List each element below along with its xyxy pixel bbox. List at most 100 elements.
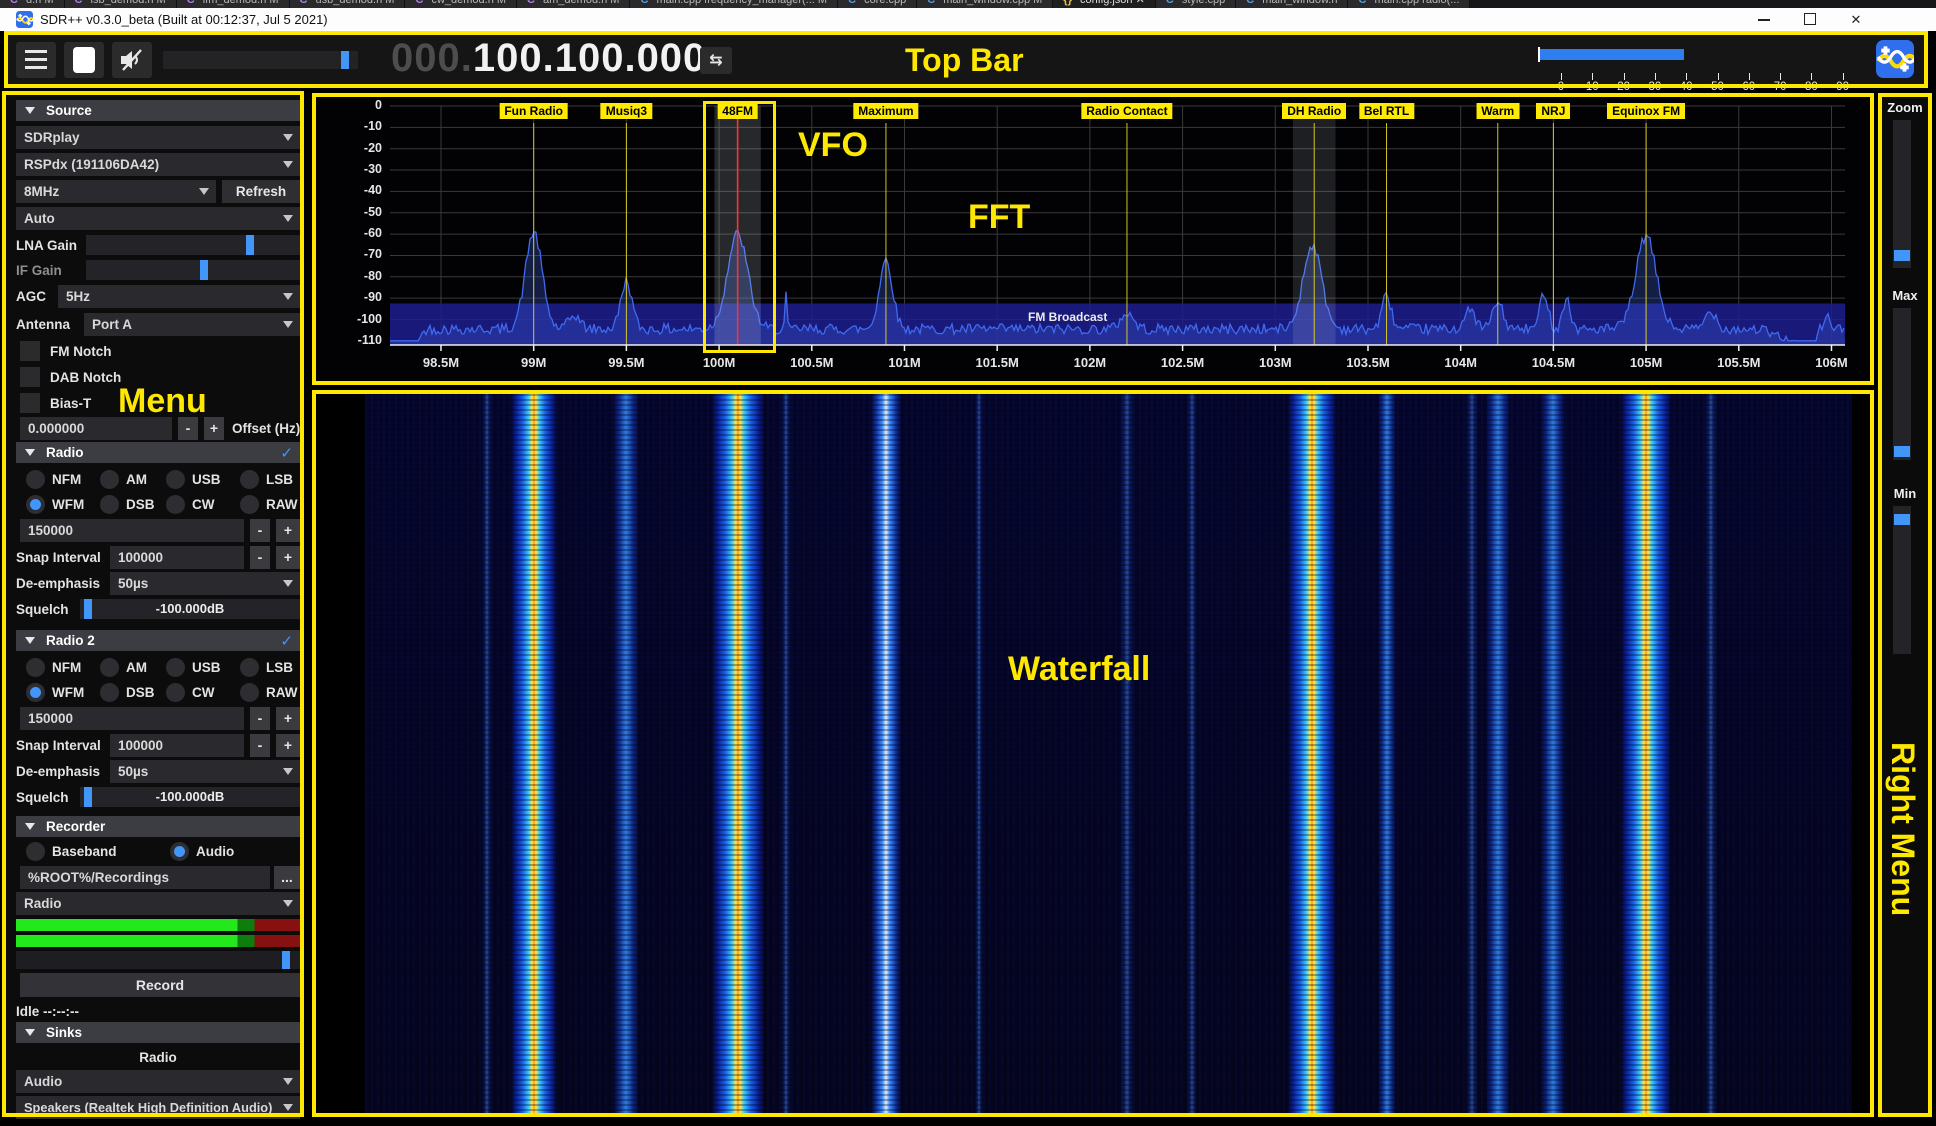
source-section-header[interactable]: Source <box>16 100 300 121</box>
offset-input[interactable]: 0.000000 <box>20 417 172 440</box>
recorder-stream-select[interactable]: Radio <box>16 892 300 915</box>
station-chip-dh-radio[interactable]: DH Radio <box>1282 103 1346 119</box>
station-chip-48fm[interactable]: 48FM <box>717 103 758 119</box>
vfo-swap-button[interactable]: ⇆ <box>700 47 732 74</box>
bandwidth-minus-button[interactable]: - <box>250 519 270 542</box>
editor-tab[interactable]: C am_demod.h M <box>517 0 630 8</box>
radio2-header[interactable]: Radio 2✓ <box>16 630 300 651</box>
editor-tab[interactable]: C usb_demod.h M <box>290 0 406 8</box>
editor-tab[interactable]: C d.h M <box>0 0 65 8</box>
fm-notch-checkbox[interactable] <box>20 341 40 361</box>
snap-interval-input[interactable]: 100000 <box>110 546 244 569</box>
mode-radio-usb[interactable] <box>166 470 185 489</box>
close-button[interactable]: ✕ <box>1836 8 1876 31</box>
station-chip-nrj[interactable]: NRJ <box>1536 103 1570 119</box>
mode-radio-wfm[interactable] <box>26 495 45 514</box>
bandwidth-input[interactable]: 150000 <box>20 707 244 730</box>
mode-radio-raw[interactable] <box>240 495 259 514</box>
station-chip-maximum[interactable]: Maximum <box>853 103 918 119</box>
sink-type-select[interactable]: Audio <box>16 1070 300 1093</box>
snap-plus-button[interactable]: + <box>276 546 300 569</box>
snap-plus-button[interactable]: + <box>276 734 300 757</box>
bandwidth-plus-button[interactable]: + <box>276 519 300 542</box>
bandwidth-input[interactable]: 150000 <box>20 519 244 542</box>
editor-tab[interactable]: C cw_demod.h M <box>405 0 517 8</box>
if-gain-slider[interactable] <box>86 260 300 280</box>
recorder-browse-button[interactable]: ... <box>274 866 300 889</box>
enabled-checkmark-icon[interactable]: ✓ <box>280 631 293 652</box>
editor-tab[interactable]: C main_window.h <box>1236 0 1348 8</box>
volume-slider[interactable] <box>163 51 358 69</box>
mode-radio-am[interactable] <box>100 470 119 489</box>
min-slider-handle[interactable] <box>1894 514 1910 525</box>
offset-minus-button[interactable]: - <box>178 417 198 440</box>
mode-radio-nfm[interactable] <box>26 658 45 677</box>
mode-radio-wfm[interactable] <box>26 683 45 702</box>
mode-radio-dsb[interactable] <box>100 683 119 702</box>
editor-tab[interactable]: {} config.json ✕ <box>1053 0 1156 8</box>
recorder-path-input[interactable]: %ROOT%/Recordings <box>20 866 270 889</box>
source-iftype-select[interactable]: Auto <box>16 207 300 230</box>
editor-tab[interactable]: C main_window.cpp M <box>917 0 1053 8</box>
editor-tab[interactable]: C lsb_demod.h M <box>65 0 177 8</box>
editor-tab[interactable]: C style.cpp <box>1156 0 1236 8</box>
snap-minus-button[interactable]: - <box>250 734 270 757</box>
station-chip-equinox-fm[interactable]: Equinox FM <box>1607 103 1685 119</box>
mode-radio-cw[interactable] <box>166 495 185 514</box>
station-chip-musiq3[interactable]: Musiq3 <box>601 103 652 119</box>
editor-tab[interactable]: C core.cpp <box>838 0 917 8</box>
volume-slider-handle[interactable] <box>341 51 349 69</box>
snap-interval-input[interactable]: 100000 <box>110 734 244 757</box>
stop-button[interactable] <box>64 42 104 78</box>
editor-tab[interactable]: C main.cpp radio(... <box>1348 0 1470 8</box>
menu-hamburger-button[interactable] <box>16 42 56 78</box>
dab-notch-checkbox[interactable] <box>20 367 40 387</box>
squelch-slider[interactable]: -100.000dB <box>80 599 300 619</box>
station-chip-fun-radio[interactable]: Fun Radio <box>499 103 568 119</box>
lna-gain-slider[interactable] <box>86 235 300 255</box>
source-driver-select[interactable]: SDRplay <box>16 126 300 149</box>
recorder-volume-handle[interactable] <box>282 951 290 969</box>
mode-radio-am[interactable] <box>100 658 119 677</box>
radio1-header[interactable]: Radio✓ <box>16 442 300 463</box>
mode-radio-raw[interactable] <box>240 683 259 702</box>
bandwidth-plus-button[interactable]: + <box>276 707 300 730</box>
bandwidth-minus-button[interactable]: - <box>250 707 270 730</box>
lna-gain-handle[interactable] <box>246 235 254 255</box>
editor-tab[interactable]: C lfm_demod.h M <box>177 0 290 8</box>
station-chip-bel-rtl[interactable]: Bel RTL <box>1359 103 1414 119</box>
deemphasis-select[interactable]: 50µs <box>110 760 300 783</box>
enabled-checkmark-icon[interactable]: ✓ <box>280 443 293 464</box>
mode-radio-lsb[interactable] <box>240 658 259 677</box>
bias-t-checkbox[interactable] <box>20 393 40 413</box>
recorder-audio-radio[interactable] <box>170 842 189 861</box>
sinks-section-header[interactable]: Sinks <box>16 1022 300 1043</box>
recorder-section-header[interactable]: Recorder <box>16 816 300 837</box>
snap-minus-button[interactable]: - <box>250 546 270 569</box>
mode-radio-usb[interactable] <box>166 658 185 677</box>
source-bandwidth-select[interactable]: 8MHz <box>16 180 216 203</box>
record-button[interactable]: Record <box>20 973 300 997</box>
maximize-button[interactable] <box>1790 8 1830 31</box>
recorder-baseband-radio[interactable] <box>26 842 45 861</box>
mode-radio-cw[interactable] <box>166 683 185 702</box>
deemphasis-select[interactable]: 50µs <box>110 572 300 595</box>
max-slider[interactable] <box>1893 308 1911 460</box>
source-device-select[interactable]: RSPdx (191106DA42) <box>16 153 300 176</box>
zoom-slider-handle[interactable] <box>1894 250 1910 261</box>
agc-select[interactable]: 5Hz <box>58 285 300 308</box>
zoom-slider[interactable] <box>1893 120 1911 268</box>
offset-plus-button[interactable]: + <box>204 417 224 440</box>
mode-radio-nfm[interactable] <box>26 470 45 489</box>
min-slider[interactable] <box>1893 506 1911 654</box>
recorder-volume-slider[interactable] <box>16 951 300 969</box>
fft-panel[interactable]: 0-10-20-30-40-50-60-70-80-90-100-11098.5… <box>316 97 1869 381</box>
mode-radio-dsb[interactable] <box>100 495 119 514</box>
mute-button[interactable] <box>112 42 152 78</box>
station-chip-warm[interactable]: Warm <box>1476 103 1519 119</box>
mode-radio-lsb[interactable] <box>240 470 259 489</box>
fft-plot[interactable] <box>316 97 1869 381</box>
if-gain-handle[interactable] <box>200 260 208 280</box>
minimize-button[interactable] <box>1744 8 1784 31</box>
station-chip-radio-contact[interactable]: Radio Contact <box>1081 103 1172 119</box>
